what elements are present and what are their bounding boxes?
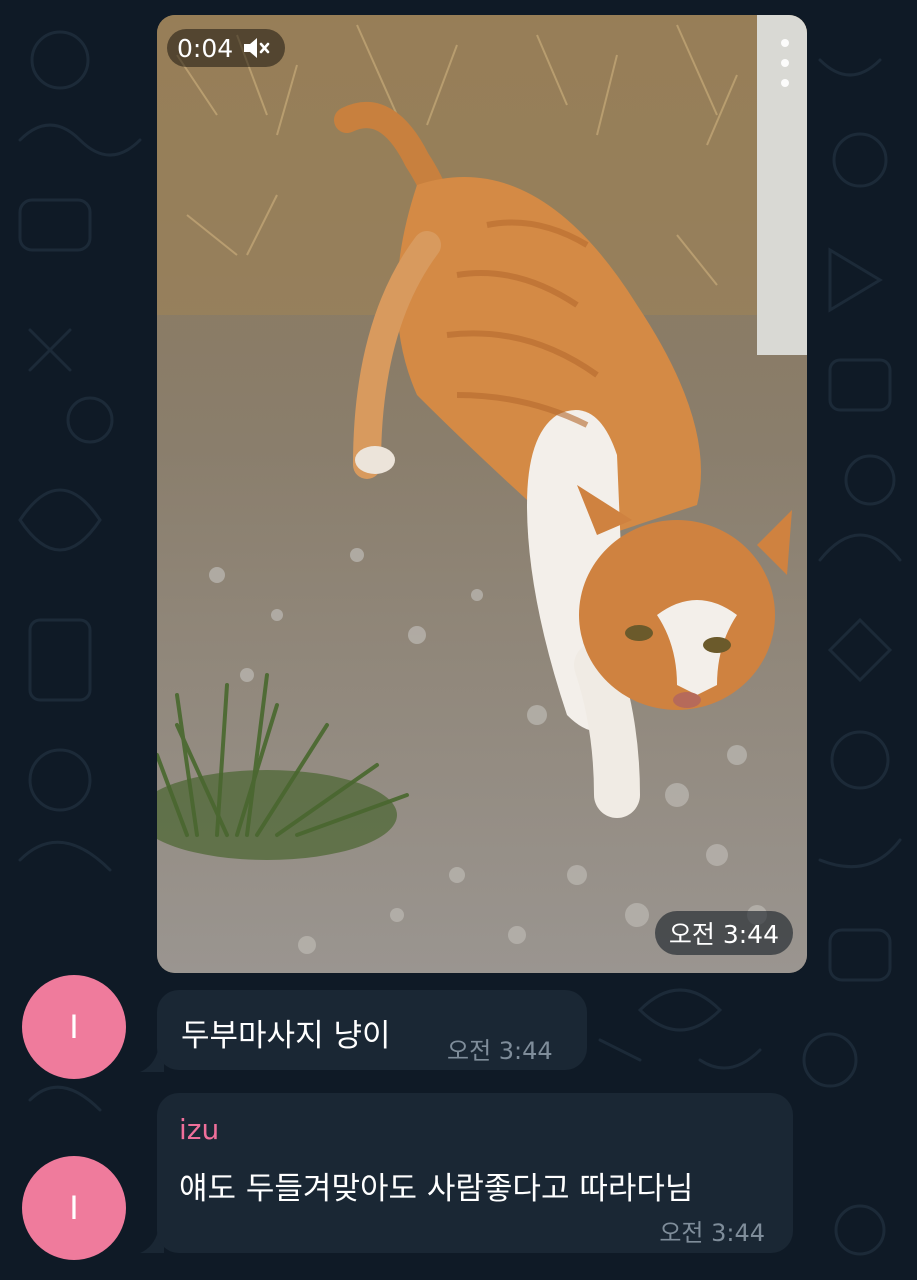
avatar-initial: I — [69, 1188, 79, 1227]
message-time: 오전 3:44 — [659, 1219, 765, 1247]
sender-name[interactable]: izu — [179, 1113, 219, 1146]
message-bubble[interactable]: izu 얘도 두들겨맞아도 사람좋다고 따라다님 오전 3:44 — [157, 1093, 793, 1253]
video-timestamp: 오전 3:44 — [654, 911, 793, 955]
menu-dot-icon — [781, 39, 789, 47]
speaker-muted-icon[interactable] — [241, 33, 271, 63]
menu-dot-icon — [781, 59, 789, 67]
avatar-initial: I — [69, 1007, 79, 1046]
message-bubble[interactable]: 두부마사지 냥이 오전 3:44 — [157, 990, 587, 1070]
message-text: 얘도 두들겨맞아도 사람좋다고 따라다님 — [179, 1171, 694, 1207]
video-menu-icon[interactable] — [779, 39, 791, 87]
video-message[interactable]: 0:04 오전 3:44 — [157, 15, 807, 973]
video-duration-badge: 0:04 — [167, 29, 286, 67]
cat-video-frame — [157, 15, 807, 973]
menu-dot-icon — [781, 79, 789, 87]
avatar[interactable]: I — [22, 975, 126, 1079]
message-text: 두부마사지 냥이 — [181, 1018, 391, 1054]
video-duration: 0:04 — [177, 33, 234, 63]
message-time: 오전 3:44 — [447, 1037, 553, 1065]
avatar[interactable]: I — [22, 1156, 126, 1260]
